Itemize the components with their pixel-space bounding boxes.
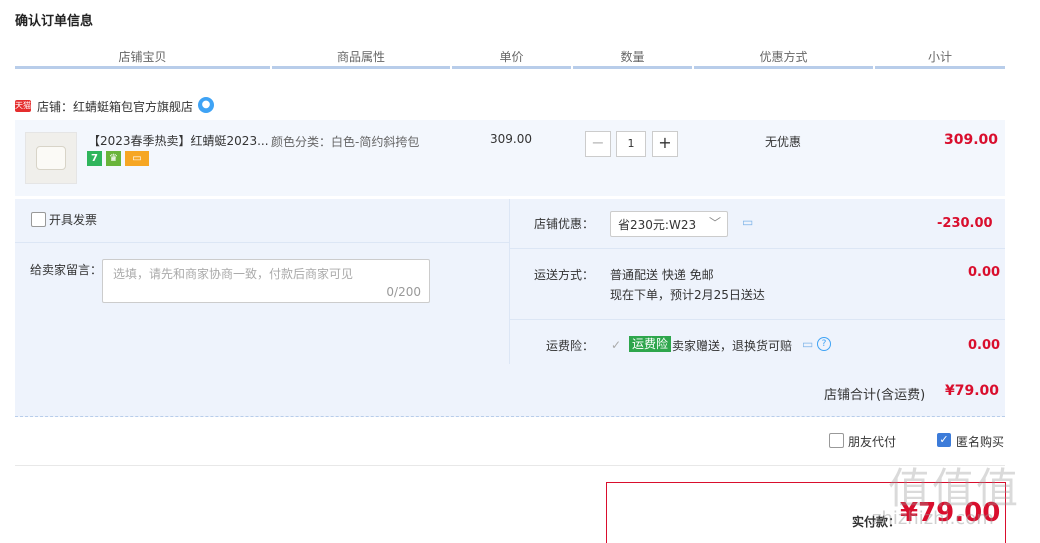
check-icon: ✓: [611, 338, 622, 352]
friend-pay-label: 朋友代付: [848, 435, 897, 449]
divider: [509, 199, 510, 364]
product-title-link[interactable]: 【2023春季热卖】红蜻蜓2023...: [88, 132, 268, 149]
divider: [15, 465, 1005, 466]
header-divider: [573, 66, 692, 69]
seller-message-textarea[interactable]: 选填，请先和商家协商一致，付款后商家可见 0/200: [102, 259, 430, 303]
tmall-icon: 天猫: [15, 100, 31, 112]
message-char-count: 0/200: [386, 285, 421, 299]
column-header-subtotal: 小计: [927, 50, 952, 64]
header-divider: [875, 66, 1005, 69]
header-divider: [452, 66, 571, 69]
column-header-shop-item: 店铺宝贝: [118, 50, 167, 64]
message-label: 给卖家留言：: [30, 263, 103, 277]
shop-name[interactable]: 店铺：红蜻蜓箱包官方旗舰店: [37, 98, 193, 115]
insurance-fee: 0.00: [968, 338, 1001, 353]
unit-price: 309.00: [490, 132, 532, 146]
quantity-input[interactable]: 1: [616, 131, 646, 157]
invoice-checkbox[interactable]: [31, 212, 46, 227]
credit-card-icon: ▭: [125, 151, 149, 166]
divider: [510, 319, 1005, 320]
quantity-stepper: − 1 +: [585, 131, 679, 157]
insurance-badge: 运费险: [629, 336, 672, 352]
anonymous-checkbox[interactable]: ✓: [937, 433, 951, 447]
shipping-fee: 0.00: [968, 265, 1001, 280]
column-header-attributes: 商品属性: [336, 50, 385, 64]
chevron-down-icon: ﹀: [708, 216, 721, 230]
header-divider: [272, 66, 450, 69]
divider: [15, 242, 510, 243]
insurance-label: 运费险：: [546, 339, 595, 353]
shop-discount-label: 店铺优惠：: [534, 217, 595, 231]
column-header-quantity: 数量: [620, 50, 645, 64]
shipping-method: 普通配送 快递 免邮: [610, 268, 714, 282]
promotion-text: 无优惠: [765, 135, 802, 149]
seven-day-return-icon: 7: [87, 151, 102, 166]
message-placeholder: 选填，请先和商家协商一致，付款后商家可见: [113, 267, 354, 281]
shop-coupon-select[interactable]: 省230元:W23 ﹀: [610, 211, 728, 237]
quantity-decrease-button[interactable]: −: [585, 131, 611, 157]
coupon-selected: 省230元:W23: [618, 218, 697, 232]
column-header-promotion: 优惠方式: [759, 50, 808, 64]
chat-icon[interactable]: ●: [198, 97, 214, 113]
comment-icon[interactable]: ▭: [742, 215, 753, 229]
help-icon[interactable]: ?: [817, 337, 831, 351]
shop-total-label: 店铺合计(含运费): [824, 388, 926, 403]
shop-total-value: ¥79.00: [945, 383, 1000, 399]
comment-icon[interactable]: ▭: [802, 337, 813, 351]
divider: [510, 248, 1005, 249]
watermark-url: zhizhizhi.com: [872, 508, 994, 529]
bag-image-icon: [36, 146, 66, 170]
page-title: 确认订单信息: [15, 14, 94, 29]
quality-guarantee-icon: ♛: [106, 151, 121, 166]
header-divider: [15, 66, 270, 69]
item-subtotal: 309.00: [944, 132, 999, 148]
shipping-eta: 现在下单，预计2月25日送达: [610, 288, 765, 302]
watermark-logo: 值值值: [888, 464, 1021, 513]
shipping-label: 运送方式：: [534, 268, 595, 282]
header-divider: [694, 66, 873, 69]
quantity-increase-button[interactable]: +: [652, 131, 678, 157]
anonymous-label: 匿名购买: [956, 435, 1005, 449]
invoice-label: 开具发票: [49, 213, 98, 227]
friend-pay-checkbox[interactable]: [829, 433, 844, 448]
product-attribute: 颜色分类：白色-简约斜挎包: [271, 135, 420, 149]
shop-discount-amount: -230.00: [937, 216, 993, 231]
column-header-unit-price: 单价: [499, 50, 524, 64]
insurance-description: 卖家赠送，退换货可赔: [672, 339, 793, 353]
